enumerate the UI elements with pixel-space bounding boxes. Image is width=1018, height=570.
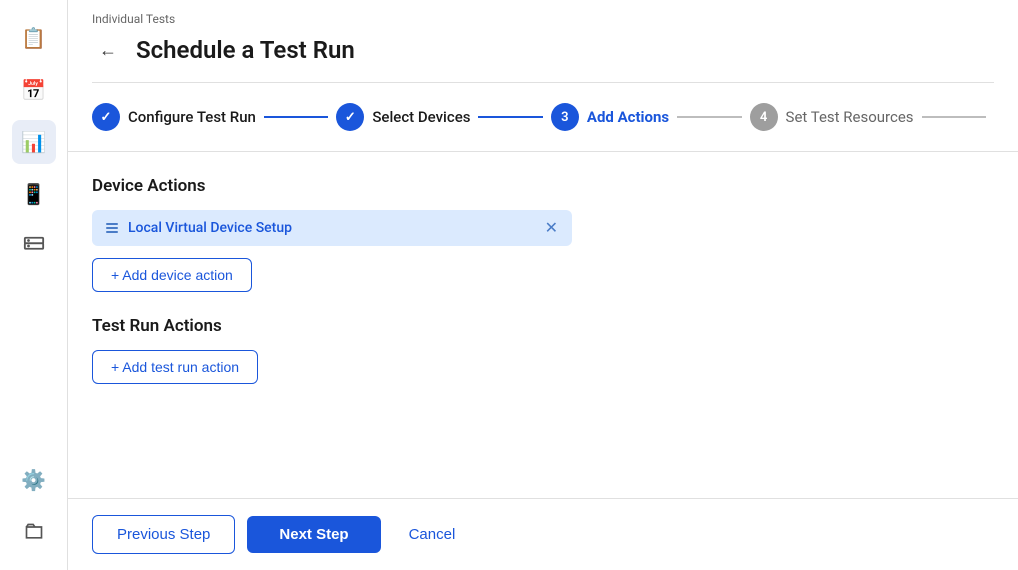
step-connector-2 xyxy=(478,116,542,118)
chip-close-button[interactable]: ✕ xyxy=(545,220,558,236)
test-run-actions-section: Test Run Actions + Add test run action xyxy=(92,316,994,384)
step-label-add-actions: Add Actions xyxy=(587,108,669,126)
checkmark-icon: ✓ xyxy=(101,110,112,125)
step-connector-3 xyxy=(677,116,741,118)
back-button[interactable]: ← xyxy=(92,34,124,66)
device-action-chip: Local Virtual Device Setup ✕ xyxy=(92,210,572,246)
cancel-button[interactable]: Cancel xyxy=(393,516,472,553)
step-add-actions: 3 Add Actions xyxy=(551,103,669,131)
breadcrumb: Individual Tests xyxy=(92,12,994,26)
step-connector-4 xyxy=(922,116,986,118)
steps-row: ✓ Configure Test Run ✓ Select Devices 3 … xyxy=(68,83,1018,152)
previous-step-button[interactable]: Previous Step xyxy=(92,515,235,554)
sidebar: 📋 📅 📊 📱 ⚙️ xyxy=(0,0,68,570)
step-select-devices: ✓ Select Devices xyxy=(336,103,470,131)
step-label-select-devices: Select Devices xyxy=(372,108,470,126)
header: Individual Tests ← Schedule a Test Run xyxy=(68,0,1018,83)
chip-label-lvds: Local Virtual Device Setup xyxy=(128,220,535,236)
sidebar-item-settings[interactable]: ⚙️ xyxy=(12,458,56,502)
sidebar-item-chart[interactable]: 📊 xyxy=(12,120,56,164)
checkmark-icon-2: ✓ xyxy=(345,110,356,125)
device-actions-section: Device Actions Local Virtual Device Setu… xyxy=(92,176,994,292)
sidebar-item-calendar[interactable]: 📅 xyxy=(12,68,56,112)
sidebar-item-folder[interactable] xyxy=(12,510,56,554)
next-step-button[interactable]: Next Step xyxy=(247,516,380,553)
step-connector-1 xyxy=(264,116,328,118)
title-row: ← Schedule a Test Run xyxy=(92,34,994,83)
step-circle-select-devices: ✓ xyxy=(336,103,364,131)
sidebar-item-phone[interactable]: 📱 xyxy=(12,172,56,216)
page-title: Schedule a Test Run xyxy=(136,36,355,64)
main-content: Individual Tests ← Schedule a Test Run ✓… xyxy=(68,0,1018,570)
add-device-action-button[interactable]: + Add device action xyxy=(92,258,252,292)
drag-handle-icon[interactable] xyxy=(106,223,118,233)
content-area: Device Actions Local Virtual Device Setu… xyxy=(68,152,1018,498)
add-test-run-action-button[interactable]: + Add test run action xyxy=(92,350,258,384)
step-label-set-resources: Set Test Resources xyxy=(786,108,914,126)
step-circle-set-resources: 4 xyxy=(750,103,778,131)
footer: Previous Step Next Step Cancel xyxy=(68,498,1018,570)
step-set-resources: 4 Set Test Resources xyxy=(750,103,914,131)
sidebar-item-server[interactable] xyxy=(12,224,56,268)
step-number-3: 3 xyxy=(561,110,568,125)
step-circle-configure: ✓ xyxy=(92,103,120,131)
step-number-4: 4 xyxy=(760,110,767,125)
sidebar-item-clipboard[interactable]: 📋 xyxy=(12,16,56,60)
step-label-configure: Configure Test Run xyxy=(128,108,256,126)
step-circle-add-actions: 3 xyxy=(551,103,579,131)
step-configure: ✓ Configure Test Run xyxy=(92,103,256,131)
device-actions-title: Device Actions xyxy=(92,176,994,196)
test-run-actions-title: Test Run Actions xyxy=(92,316,994,336)
